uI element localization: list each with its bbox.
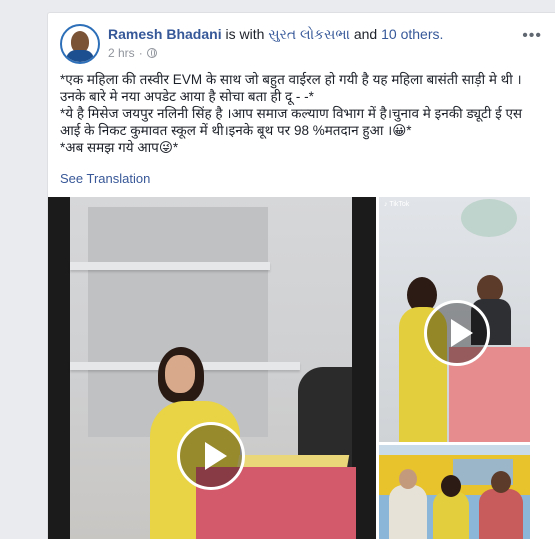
- wall-board: [461, 199, 517, 237]
- video-thumbnail-main[interactable]: [48, 197, 376, 539]
- play-icon[interactable]: [177, 422, 245, 490]
- see-translation-link[interactable]: See Translation: [60, 171, 150, 186]
- tiktok-watermark: ♪ TikTok: [384, 201, 410, 208]
- globe-icon[interactable]: [146, 48, 157, 58]
- post-text-line-1: *एक महिला की तस्वीर EVM के साथ जो बहुत व…: [60, 72, 522, 104]
- meta-separator: ·: [138, 46, 143, 60]
- avatar-body: [66, 50, 94, 62]
- with-text: is with: [221, 26, 269, 42]
- post-meta: 2 hrs ·: [108, 46, 157, 60]
- others-link[interactable]: 10 others.: [381, 26, 443, 42]
- author-name-link[interactable]: Ramesh Bhadani: [108, 26, 222, 42]
- person-left: [389, 485, 427, 539]
- post-text-line-3: *अब समझ गये आप😜*: [60, 140, 179, 155]
- person-center: [433, 491, 469, 539]
- play-icon[interactable]: [424, 300, 490, 366]
- post-text-line-2: *ये है मिसेज जयपुर नलिनी सिंह है ।आप समा…: [60, 106, 523, 138]
- post-card: Ramesh Bhadani is with સુરત લોકસભા and 1…: [47, 12, 555, 539]
- shelf-top: [70, 262, 270, 270]
- post-time-link[interactable]: 2 hrs: [108, 46, 135, 60]
- person-right-head: [491, 471, 511, 493]
- and-text: and: [349, 26, 382, 42]
- tagged-page-link[interactable]: સુરત લોકસભા: [268, 26, 350, 42]
- photo-thumbnail[interactable]: [379, 445, 530, 539]
- author-avatar[interactable]: [60, 24, 100, 64]
- face: [165, 355, 195, 393]
- video-thumbnail-side[interactable]: ♪ TikTok: [379, 197, 530, 442]
- person-center-head: [441, 475, 461, 497]
- person-left-head: [399, 469, 417, 489]
- more-options-icon[interactable]: •••: [522, 27, 542, 45]
- seated-man: [298, 367, 352, 467]
- person-right: [479, 489, 523, 539]
- post-body: *एक महिला की तस्वीर EVM के साथ जो बहुत व…: [60, 71, 530, 156]
- post-header: Ramesh Bhadani is with સુરત લોકસભા and 1…: [108, 26, 443, 43]
